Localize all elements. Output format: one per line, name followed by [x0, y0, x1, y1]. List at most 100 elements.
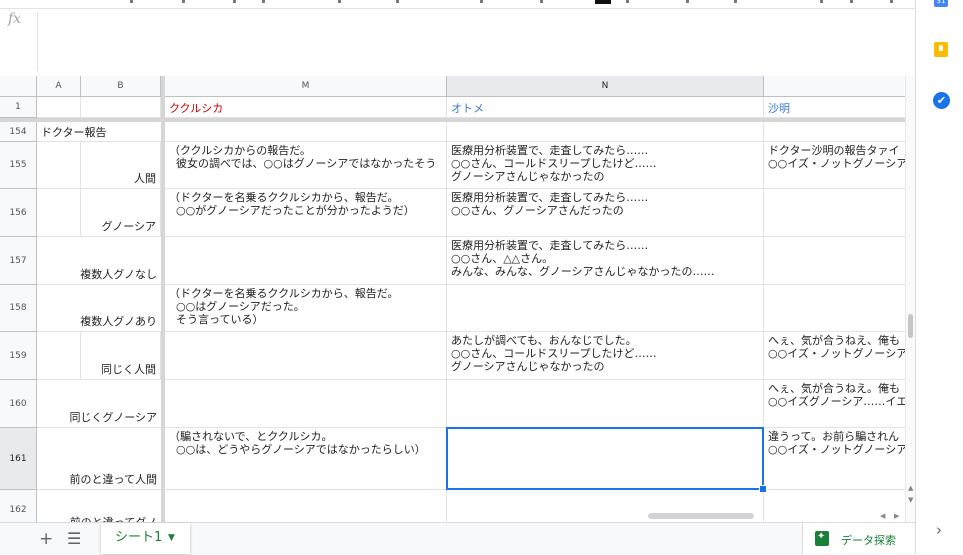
row-header[interactable]: 160 [0, 380, 37, 428]
table-cell[interactable]: 複数人グノなし [37, 237, 161, 285]
table-cell[interactable] [165, 332, 447, 380]
fill-handle[interactable] [759, 485, 767, 493]
table-cell[interactable]: グノーシア [81, 189, 161, 237]
table-cell[interactable]: 医療用分析装置で、走査してみたら…… ○○さん、グノーシアさんだったの [447, 189, 764, 237]
table-cell[interactable] [764, 189, 905, 237]
table-cell[interactable]: へぇ、気が合うねえ。俺も ○○イズグノーシア……イエ [764, 380, 905, 428]
toolbar-icon[interactable] [480, 0, 483, 3]
table-cell[interactable] [447, 122, 764, 142]
table-cell[interactable] [37, 189, 81, 237]
text-color-icon[interactable] [595, 0, 611, 4]
scroll-down-icon[interactable]: ▼ [908, 496, 913, 504]
list-icon[interactable]: ☰ [67, 529, 81, 548]
plus-icon[interactable]: + [39, 529, 53, 549]
formula-bar-divider [37, 13, 38, 71]
header-cell-m[interactable]: ククルシカ [165, 97, 447, 118]
row-header[interactable]: 162 [0, 490, 37, 522]
table-cell[interactable]: 同じく人間 [81, 332, 161, 380]
row-number: 162 [9, 505, 27, 515]
spreadsheet-grid[interactable]: A B M N 1 ククルシカ オトメ 沙明 154 ドクター報告 155 人間… [0, 76, 905, 522]
table-cell[interactable]: ドクター報告 [37, 122, 161, 142]
header-cell-o[interactable]: 沙明 [764, 97, 905, 118]
keep-icon[interactable] [934, 42, 948, 57]
table-cell[interactable]: （ククルシカからの報告だ。 彼女の調べでは、○○はグノーシアではなかったそう [165, 142, 447, 189]
table-cell[interactable]: 人間 [81, 142, 161, 189]
row-header[interactable]: 154 [0, 122, 37, 142]
table-cell[interactable]: （ドクターを名乗るククルシカから、報告だ。 ○○はグノーシアだった。 そう言って… [165, 285, 447, 332]
scroll-up-icon[interactable]: ▲ [908, 484, 913, 492]
caret-down-icon[interactable]: ▼ [168, 523, 175, 553]
table-cell[interactable]: 複数人グノあり [37, 285, 161, 332]
row-header[interactable]: 157 [0, 237, 37, 285]
sheet-bar: + ☰ シート1 ▼ データ探索 [0, 522, 916, 555]
vertical-scroll-thumb[interactable] [908, 314, 913, 338]
row-header[interactable]: 158 [0, 285, 37, 332]
table-cell[interactable]: 違うって。お前ら騙されん ○○イズ・ノットグノーシア [764, 428, 905, 490]
column-header-o[interactable] [764, 76, 905, 97]
toolbar-icon[interactable] [686, 0, 689, 3]
row-number: 161 [9, 453, 27, 464]
table-cell[interactable]: あたしが調べても、おんなじでした。 ○○さん、コールドスリープしたけど…… グノ… [447, 332, 764, 380]
scroll-left-icon[interactable]: ◀ [880, 512, 885, 520]
table-cell[interactable]: へぇ、気が合うねえ、俺も ○○イズ・ノットグノーシア [764, 332, 905, 380]
formula-bar[interactable]: fx [0, 8, 915, 78]
table-cell[interactable] [37, 332, 81, 380]
table-cell[interactable]: 医療用分析装置で、走査してみたら…… ○○さん、△△さん。 みんな、みんな、グノ… [447, 237, 764, 285]
table-cell[interactable]: ドクター沙明の報告タァイ ○○イズ・ノットグノーシア [764, 142, 905, 189]
selected-cell-border[interactable] [446, 427, 764, 490]
toolbar-icon[interactable] [396, 0, 399, 3]
cell[interactable] [37, 97, 81, 118]
chevron-right-icon[interactable]: › [936, 521, 942, 539]
select-all-corner[interactable] [0, 76, 37, 97]
toolbar-icon[interactable] [850, 0, 853, 3]
toolbar-icon[interactable] [262, 0, 265, 3]
case-label: 前のと違ってグノ [70, 514, 157, 522]
table-cell[interactable] [447, 285, 764, 332]
column-header-n[interactable]: N [447, 76, 764, 97]
table-cell[interactable]: 前のと違って人間 [37, 428, 161, 490]
row-header[interactable]: 156 [0, 189, 37, 237]
toolbar-icon[interactable] [233, 0, 236, 3]
column-header-a[interactable]: A [37, 76, 81, 97]
calendar-icon[interactable]: 31 [934, 0, 948, 7]
table-cell[interactable] [764, 285, 905, 332]
scroll-right-icon[interactable]: ▶ [894, 512, 899, 520]
toolbar-icon[interactable] [540, 0, 543, 3]
toolbar-icon[interactable] [130, 0, 133, 3]
table-cell[interactable]: 医療用分析装置で、走査してみたら…… ○○さん、コールドスリープしたけど…… グ… [447, 142, 764, 189]
toolbar-icon[interactable] [890, 0, 893, 3]
row-header[interactable]: 155 [0, 142, 37, 189]
table-cell[interactable] [447, 380, 764, 428]
row-number: 158 [9, 303, 27, 313]
table-cell[interactable] [37, 142, 81, 189]
table-cell[interactable] [165, 490, 447, 522]
table-cell[interactable]: 前のと違ってグノ [37, 490, 161, 522]
toolbar-icon[interactable] [734, 0, 737, 3]
frozen-column-divider[interactable] [161, 76, 165, 522]
toolbar-icon[interactable] [338, 0, 341, 3]
toolbar-icon[interactable] [626, 0, 629, 3]
column-header-b[interactable]: B [81, 76, 161, 97]
table-cell[interactable] [764, 122, 905, 142]
tasks-icon[interactable]: ✔ [933, 92, 950, 109]
table-cell[interactable]: 同じくグノーシア [37, 380, 161, 428]
row-header[interactable]: 1 [0, 97, 37, 118]
toolbar-icon[interactable] [182, 0, 185, 3]
table-cell[interactable] [764, 237, 905, 285]
table-cell[interactable] [165, 237, 447, 285]
explore-button[interactable]: データ探索 [802, 523, 916, 554]
horizontal-scroll-thumb[interactable] [648, 513, 754, 519]
table-cell[interactable]: （ドクターを名乗るククルシカから、報告だ。 ○○がグノーシアだったことが分かった… [165, 189, 447, 237]
header-cell-n[interactable]: オトメ [447, 97, 764, 118]
table-cell[interactable] [165, 380, 447, 428]
row-number: 154 [9, 126, 27, 137]
column-header-m[interactable]: M [165, 76, 447, 97]
cell[interactable] [81, 97, 161, 118]
row-header-selected[interactable]: 161 [0, 428, 37, 490]
cell-text: 医療用分析装置で、走査してみたら…… ○○さん、△△さん。 みんな、みんな、グノ… [451, 239, 715, 278]
toolbar-icon[interactable] [820, 0, 823, 3]
sheet-tab[interactable]: シート1 ▼ [101, 523, 190, 554]
row-header[interactable]: 159 [0, 332, 37, 380]
table-cell[interactable]: （騙されないで、とククルシカ。 ○○は、どうやらグノーシアではなかったらしい） [165, 428, 447, 490]
table-cell[interactable] [165, 122, 447, 142]
